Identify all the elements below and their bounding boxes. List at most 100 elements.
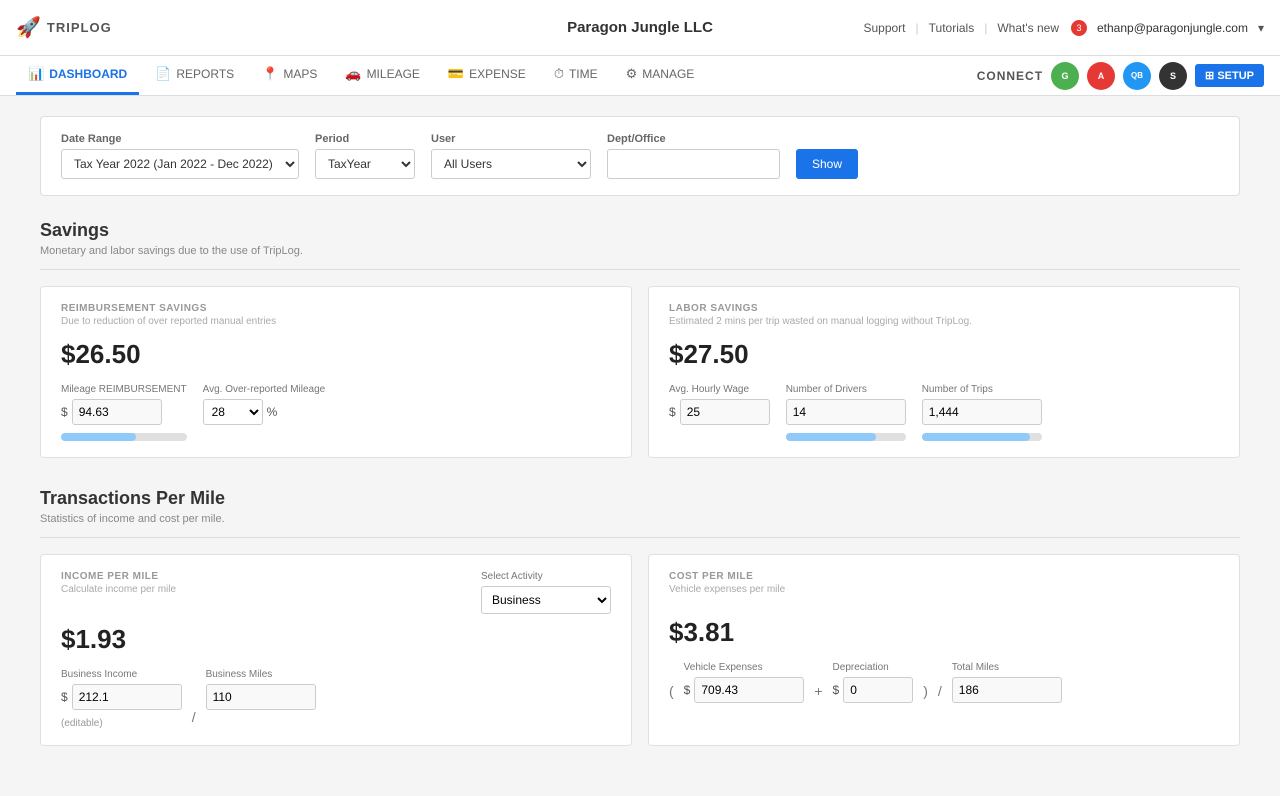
cost-card-top: COST PER MILE Vehicle expenses per mile (669, 571, 1219, 607)
cost-header-group: COST PER MILE Vehicle expenses per mile (669, 571, 785, 607)
mileage-reimbursement-bar-fill (61, 433, 136, 441)
business-miles-field: Business Miles (206, 669, 316, 710)
income-card-top: INCOME PER MILE Calculate income per mil… (61, 571, 611, 614)
percent-suffix: % (267, 405, 278, 419)
over-reported-field: Avg. Over-reported Mileage 28 % (203, 384, 326, 425)
num-drivers-bar-fill (786, 433, 876, 441)
nav-reports[interactable]: 📄 REPORTS (143, 56, 246, 95)
vehicle-expenses-input[interactable] (694, 677, 804, 703)
user-dropdown-icon[interactable]: ▾ (1258, 21, 1264, 35)
reimbursement-header: REIMBURSEMENT SAVINGS (61, 303, 611, 314)
num-drivers-input[interactable] (786, 399, 906, 425)
num-drivers-bar (786, 433, 906, 441)
period-label: Period (315, 133, 415, 145)
filter-bar: Date Range Tax Year 2022 (Jan 2022 - Dec… (40, 116, 1240, 196)
hourly-wage-field: Avg. Hourly Wage $ (669, 384, 770, 425)
num-trips-bar (922, 433, 1042, 441)
nav-maps-label: MAPS (283, 67, 317, 81)
nav-right: CONNECT G A QB S ⊞ SETUP (977, 62, 1264, 90)
triplog-logo-icon: 🚀 (16, 15, 41, 40)
income-header-group: INCOME PER MILE Calculate income per mil… (61, 571, 176, 607)
num-trips-input[interactable] (922, 399, 1042, 425)
date-range-group: Date Range Tax Year 2022 (Jan 2022 - Dec… (61, 133, 299, 179)
nav-bar: 📊 DASHBOARD 📄 REPORTS 📍 MAPS 🚗 MILEAGE 💳… (0, 56, 1280, 96)
depreciation-input[interactable] (843, 677, 913, 703)
labor-desc: Estimated 2 mins per trip wasted on manu… (669, 316, 1219, 327)
income-fields: Business Income $ (editable) / Business … (61, 669, 611, 729)
setup-button[interactable]: ⊞ SETUP (1195, 64, 1264, 87)
user-label: User (431, 133, 591, 145)
connect-button[interactable]: CONNECT (977, 69, 1043, 83)
business-miles-input[interactable] (206, 684, 316, 710)
num-drivers-field: Number of Drivers (786, 384, 906, 441)
hourly-wage-label: Avg. Hourly Wage (669, 384, 770, 395)
over-reported-select[interactable]: 28 (203, 399, 263, 425)
nav-expense[interactable]: 💳 EXPENSE (436, 56, 538, 95)
transactions-section: Transactions Per Mile Statistics of inco… (40, 488, 1240, 746)
logo-text: TRIPLOG (47, 20, 112, 35)
cost-header: COST PER MILE (669, 571, 785, 582)
user-group: User All Users (431, 133, 591, 179)
dept-group: Dept/Office (607, 133, 780, 179)
integration-stripe[interactable]: S (1159, 62, 1187, 90)
maps-icon: 📍 (262, 66, 278, 82)
total-miles-input[interactable] (952, 677, 1062, 703)
dept-label: Dept/Office (607, 133, 780, 145)
whats-new-link[interactable]: What's new (997, 21, 1059, 35)
business-income-input[interactable] (72, 684, 182, 710)
hourly-wage-input[interactable] (680, 399, 770, 425)
nav-manage[interactable]: ⚙ MANAGE (614, 56, 707, 95)
mileage-reimbursement-bar (61, 433, 187, 441)
income-activity-select[interactable]: Business Personal All (481, 586, 611, 614)
tutorials-link[interactable]: Tutorials (929, 21, 975, 35)
time-icon: ⏱ (554, 66, 564, 82)
whats-new-badge: 3 (1071, 20, 1087, 36)
integration-quickbooks[interactable]: QB (1123, 62, 1151, 90)
business-miles-label: Business Miles (206, 669, 316, 680)
nav-maps[interactable]: 📍 MAPS (250, 56, 329, 95)
total-miles-field: Total Miles (952, 662, 1062, 703)
nav-mileage[interactable]: 🚗 MILEAGE (333, 56, 432, 95)
income-select-label: Select Activity (481, 571, 611, 582)
mileage-reimbursement-input[interactable] (72, 399, 162, 425)
integration-apple[interactable]: A (1087, 62, 1115, 90)
over-reported-input-wrap: 28 % (203, 399, 326, 425)
user-email[interactable]: ethanp@paragonjungle.com (1097, 21, 1248, 35)
reimbursement-fields: Mileage REIMBURSEMENT $ Avg. Over-report… (61, 384, 611, 441)
nav-reports-label: REPORTS (176, 67, 234, 81)
mileage-reimbursement-input-wrap: $ (61, 399, 187, 425)
labor-card: LABOR SAVINGS Estimated 2 mins per trip … (648, 286, 1240, 458)
period-select[interactable]: TaxYear CalYear Custom (315, 149, 415, 179)
depreciation-prefix: $ (833, 683, 840, 697)
savings-cards: REIMBURSEMENT SAVINGS Due to reduction o… (40, 286, 1240, 458)
mileage-reimbursement-field: Mileage REIMBURSEMENT $ (61, 384, 187, 441)
nav-expense-label: EXPENSE (469, 67, 526, 81)
nav-manage-label: MANAGE (642, 67, 694, 81)
income-header: INCOME PER MILE (61, 571, 176, 582)
dept-input[interactable] (607, 149, 780, 179)
num-drivers-label: Number of Drivers (786, 384, 906, 395)
cost-big-value: $3.81 (669, 617, 1219, 648)
nav-left: 📊 DASHBOARD 📄 REPORTS 📍 MAPS 🚗 MILEAGE 💳… (16, 56, 706, 95)
main-content: Date Range Tax Year 2022 (Jan 2022 - Dec… (0, 96, 1280, 796)
income-card: INCOME PER MILE Calculate income per mil… (40, 554, 632, 746)
integration-google[interactable]: G (1051, 62, 1079, 90)
reimbursement-card: REIMBURSEMENT SAVINGS Due to reduction o… (40, 286, 632, 458)
show-button[interactable]: Show (796, 149, 858, 179)
num-trips-field: Number of Trips (922, 384, 1042, 441)
plus-operator: + (814, 683, 822, 699)
income-desc: Calculate income per mile (61, 584, 176, 595)
user-select[interactable]: All Users (431, 149, 591, 179)
date-range-select[interactable]: Tax Year 2022 (Jan 2022 - Dec 2022) (61, 149, 299, 179)
support-link[interactable]: Support (863, 21, 905, 35)
business-income-label: Business Income (61, 669, 182, 680)
labor-big-value: $27.50 (669, 339, 1219, 370)
nav-time[interactable]: ⏱ TIME (542, 56, 610, 95)
income-activity-area: Select Activity Business Personal All (481, 571, 611, 614)
labor-fields: Avg. Hourly Wage $ Number of Drivers (669, 384, 1219, 441)
cost-fields: ( Vehicle Expenses $ + Depreciation $ (669, 662, 1219, 703)
reimbursement-big-value: $26.50 (61, 339, 611, 370)
manage-icon: ⚙ (626, 66, 638, 82)
nav-dashboard[interactable]: 📊 DASHBOARD (16, 56, 139, 95)
reports-icon: 📄 (155, 66, 171, 82)
